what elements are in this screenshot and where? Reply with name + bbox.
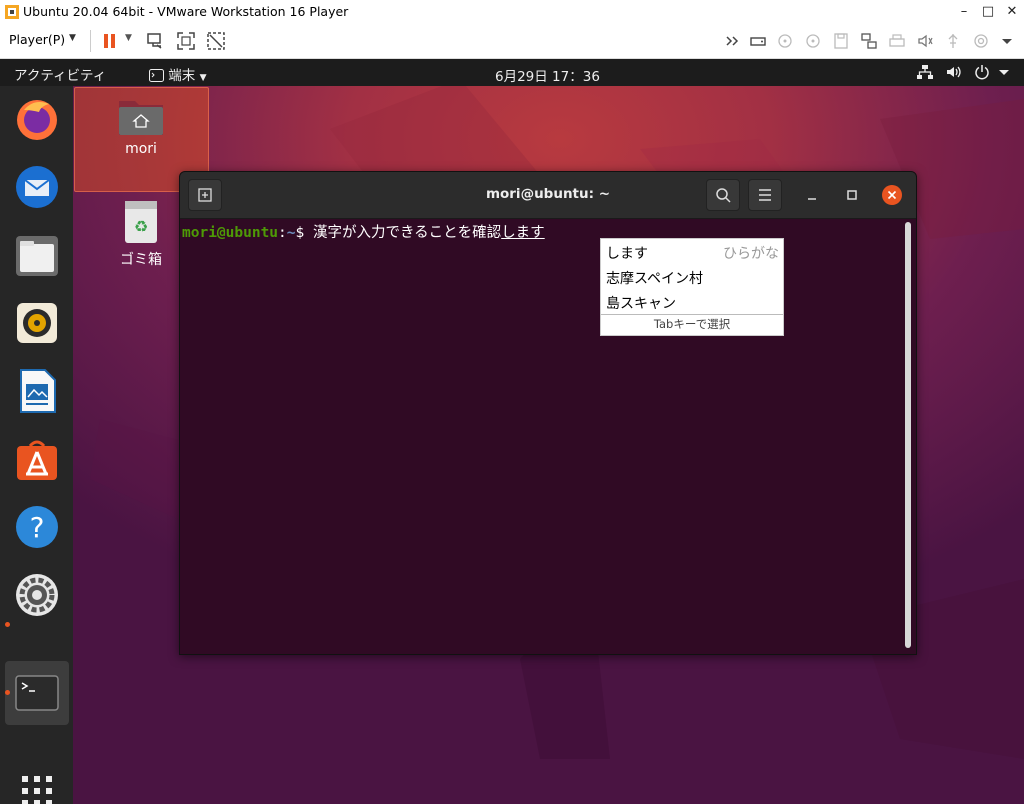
- terminal-small-icon: [149, 69, 164, 82]
- toolbar-separator: [90, 30, 91, 52]
- help-icon[interactable]: ?: [14, 504, 60, 550]
- more-icon[interactable]: [996, 30, 1018, 52]
- prompt-line: mori@ubuntu:~$ 漢字が入力できることを確認します: [182, 221, 545, 242]
- maximize-icon[interactable]: □: [976, 0, 1000, 24]
- player-menu[interactable]: Player(P): [9, 32, 65, 47]
- prompt-user: mori@ubuntu: [182, 225, 279, 241]
- home-folder-label: mori: [125, 141, 157, 157]
- sound-icon[interactable]: [914, 30, 936, 52]
- svg-text:?: ?: [30, 511, 45, 544]
- forward-icon[interactable]: [722, 30, 744, 52]
- dock: ?: [0, 86, 73, 804]
- volume-icon[interactable]: [945, 63, 963, 81]
- ubuntu-software-icon[interactable]: [14, 436, 60, 482]
- svg-text:♻: ♻: [134, 217, 148, 236]
- trash-icon: ♻: [125, 201, 157, 243]
- terminal-body[interactable]: mori@ubuntu:~$ 漢字が入力できることを確認します: [180, 219, 916, 654]
- candidate-item[interactable]: 島スキャン: [606, 293, 676, 313]
- hamburger-icon: [759, 189, 771, 201]
- terminal-scrollbar[interactable]: [905, 222, 911, 648]
- pause-icon[interactable]: [99, 30, 121, 52]
- full-screen-icon[interactable]: [175, 30, 197, 52]
- prompt-path: ~: [286, 225, 296, 241]
- desktop-trash[interactable]: ♻ ゴミ箱: [105, 199, 177, 269]
- libreoffice-writer-icon[interactable]: [14, 368, 60, 414]
- ime-preedit-text: します: [501, 225, 545, 241]
- close-icon[interactable]: ✕: [1000, 0, 1024, 24]
- terminal-headerbar: mori@ubuntu: ~: [180, 172, 916, 219]
- floppy-icon[interactable]: [830, 30, 852, 52]
- network-wired-icon[interactable]: [916, 63, 934, 81]
- trash-label: ゴミ箱: [120, 252, 162, 268]
- app-menu-label: 端末: [168, 68, 196, 84]
- search-button[interactable]: [706, 179, 740, 211]
- activities-button[interactable]: アクティビティ: [14, 64, 106, 84]
- usb-icon[interactable]: [942, 30, 964, 52]
- terminal-window: mori@ubuntu: ~ mori@ubuntu:~$ 漢字が入力できること…: [179, 171, 917, 655]
- close-icon[interactable]: [881, 184, 903, 206]
- send-ctrl-alt-del-icon[interactable]: [145, 30, 167, 52]
- gnome-top-bar: アクティビティ 端末 ▼ 6月29日 17：36: [0, 59, 1024, 86]
- chevron-down-icon[interactable]: [997, 63, 1011, 81]
- candidate-footer: Tabキーで選択: [601, 314, 783, 335]
- power-icon[interactable]: [973, 63, 991, 81]
- thunderbird-icon[interactable]: [14, 164, 60, 210]
- files-icon[interactable]: [14, 232, 60, 278]
- chevron-down-icon[interactable]: ▼: [125, 33, 132, 43]
- maximize-icon[interactable]: [842, 185, 862, 205]
- cd-dvd-icon[interactable]: [802, 30, 824, 52]
- ime-mode-hint: ひらがな: [723, 246, 779, 262]
- running-indicator: [5, 690, 10, 695]
- home-folder-icon: [119, 101, 163, 135]
- network-icon[interactable]: [858, 30, 880, 52]
- settings-icon[interactable]: [14, 572, 60, 618]
- command-text: 漢字が入力できることを確認: [312, 225, 502, 241]
- running-indicator: [5, 622, 10, 627]
- chevron-down-icon[interactable]: ▼: [69, 33, 76, 43]
- app-menu[interactable]: 端末 ▼: [149, 64, 207, 84]
- prompt-separator: :: [278, 225, 287, 241]
- candidate-item[interactable]: 志摩スペイン村: [606, 268, 703, 288]
- prompt-symbol: $: [295, 225, 313, 241]
- cd-dvd-icon[interactable]: [774, 30, 796, 52]
- chevron-down-icon: ▼: [199, 73, 207, 83]
- vmware-app-icon: [5, 5, 19, 19]
- desktop-home-folder[interactable]: mori: [105, 95, 177, 157]
- hard-disk-icon[interactable]: [747, 30, 769, 52]
- unity-icon[interactable]: [205, 30, 227, 52]
- camera-icon[interactable]: [970, 30, 992, 52]
- vmware-toolbar: Player(P) ▼ ▼: [0, 24, 1024, 59]
- search-icon: [716, 188, 731, 203]
- ubuntu-desktop: アクティビティ 端末 ▼ 6月29日 17：36 ? mori ♻ ゴミ箱 mo…: [0, 59, 1024, 804]
- rhythmbox-icon[interactable]: [14, 300, 60, 346]
- window-title: Ubuntu 20.04 64bit - VMware Workstation …: [23, 4, 349, 19]
- menu-button[interactable]: [748, 179, 782, 211]
- minimize-icon[interactable]: [802, 186, 822, 206]
- show-applications-icon[interactable]: [20, 774, 54, 804]
- minimize-icon[interactable]: –: [952, 0, 976, 24]
- terminal-icon[interactable]: [14, 670, 60, 716]
- clock[interactable]: 6月29日 17：36: [495, 65, 600, 85]
- printer-icon[interactable]: [886, 30, 908, 52]
- candidate-item[interactable]: します: [606, 243, 648, 263]
- vmware-titlebar: Ubuntu 20.04 64bit - VMware Workstation …: [0, 0, 1024, 24]
- ime-candidate-popup: します ひらがな 志摩スペイン村 島スキャン Tabキーで選択: [600, 238, 784, 336]
- firefox-icon[interactable]: [14, 96, 60, 142]
